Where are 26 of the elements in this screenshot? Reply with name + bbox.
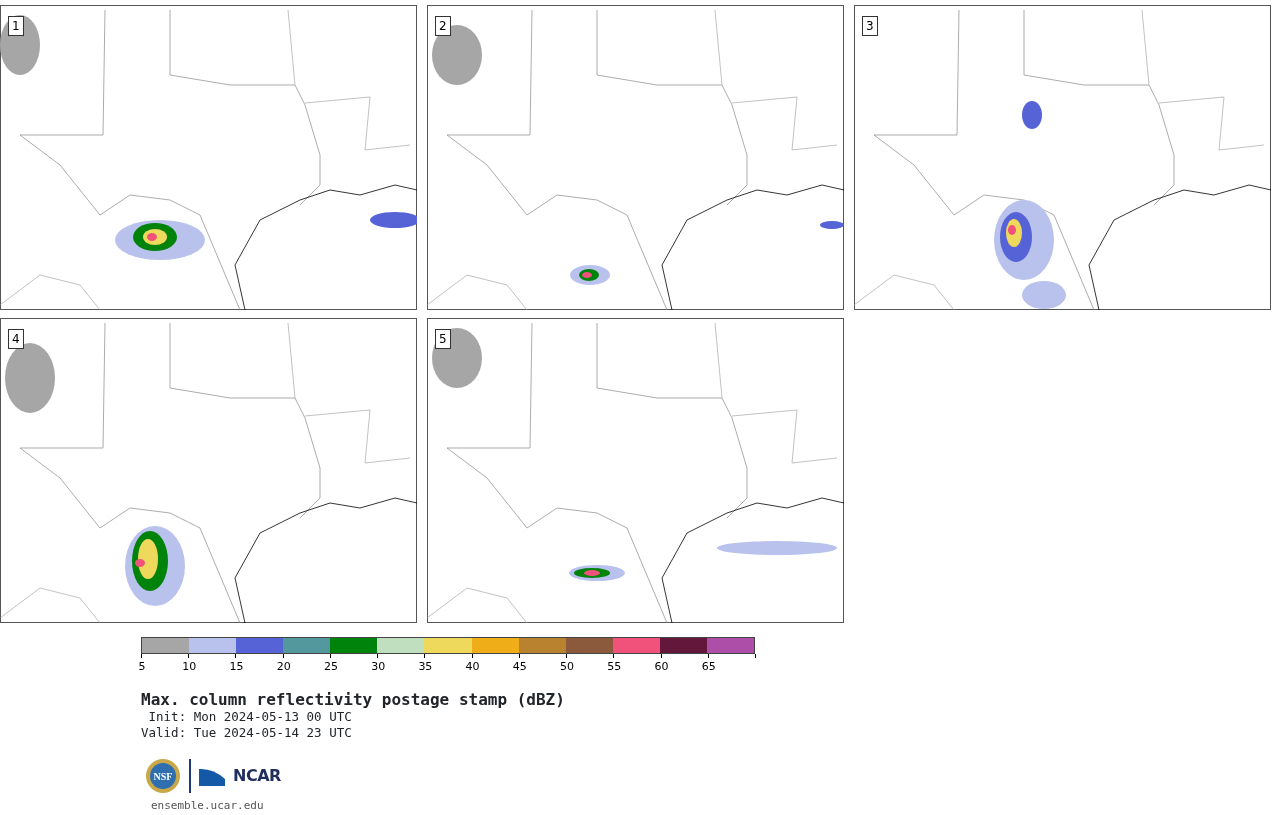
chart-title: Max. column reflectivity postage stamp (dBZ) [141,690,566,710]
init-time: Init: Mon 2024-05-13 00 UTC [147,709,353,725]
member-number: 2 [435,16,451,36]
tick-label: 25 [323,659,338,675]
member-number: 5 [435,329,451,349]
site-url: ensemble.ucar.edu [151,798,265,815]
tick-label: 30 [371,659,386,675]
nsf-seal-logo: NSF [145,758,181,795]
member-number: 3 [862,16,878,36]
tick-label: 45 [512,659,527,675]
tick-label: 50 [560,659,575,675]
ncar-swoosh-icon [199,766,225,787]
tick-label: 5 [138,659,146,675]
tick-label: 20 [276,659,291,675]
member-number: 4 [8,329,24,349]
tick-label: 10 [182,659,197,675]
tick-label: 60 [654,659,669,675]
tick-label: 35 [418,659,433,675]
tick-label: 55 [607,659,622,675]
tick-label: 65 [701,659,716,675]
tick-label: 15 [229,659,244,675]
member-number: 1 [8,16,24,36]
logo-divider [189,759,191,794]
tick-label: 40 [465,659,480,675]
ncar-wordmark: NCAR [233,765,281,788]
valid-time: Valid: Tue 2024-05-14 23 UTC [141,724,353,741]
